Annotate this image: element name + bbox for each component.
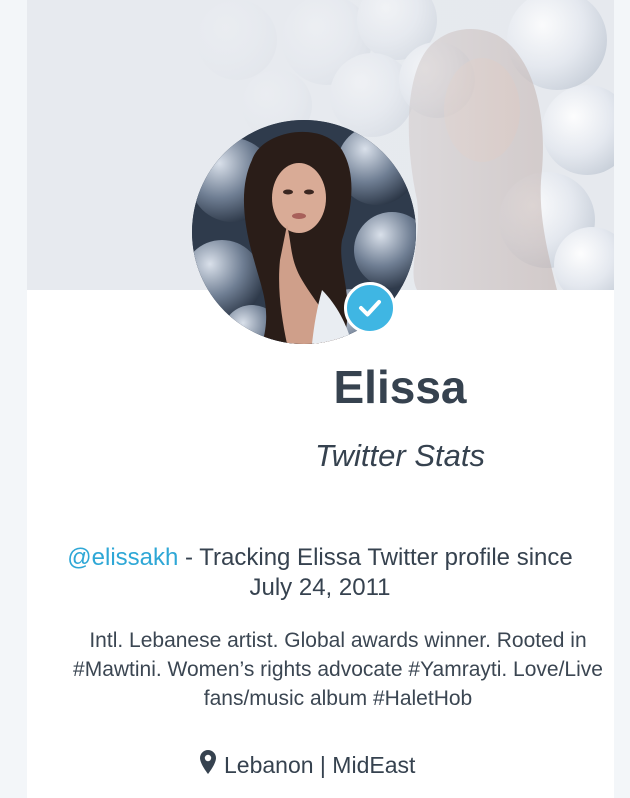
twitter-handle-link[interactable]: @elissakh	[67, 544, 178, 571]
profile-page: Elissa Twitter Stats @elissakh - Trackin…	[0, 0, 630, 798]
bio-line: #Mawtini. Women’s rights advocate #Yamra…	[73, 658, 603, 681]
tracking-info: @elissakh - Tracking Elissa Twitter prof…	[40, 543, 600, 603]
page-subtitle: Twitter Stats	[315, 438, 485, 473]
bio-line: Intl. Lebanese artist. Global awards win…	[89, 629, 587, 652]
tracking-date: July 24, 2011	[249, 574, 391, 601]
profile-location: Lebanon | MidEast	[200, 750, 500, 780]
tracking-text: - Tracking Elissa Twitter profile since	[178, 544, 573, 571]
profile-bio: Intl. Lebanese artist. Global awards win…	[28, 626, 630, 713]
bio-line: fans/music album #HaletHob	[203, 687, 473, 710]
profile-name: Elissa	[333, 361, 467, 413]
verified-badge	[344, 282, 396, 334]
location-text: Lebanon | MidEast	[224, 751, 416, 778]
checkmark-badge-icon	[359, 300, 381, 317]
map-pin-icon	[200, 750, 216, 780]
